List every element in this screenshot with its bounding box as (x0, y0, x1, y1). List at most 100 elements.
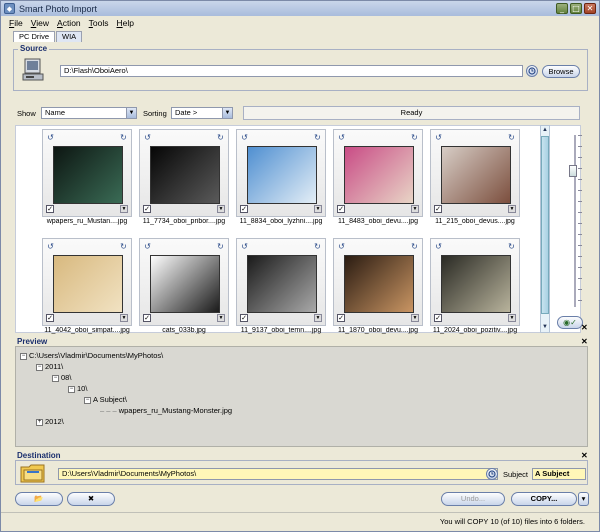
tree-node[interactable]: – – – wpapers_ru_Mustang-Monster.jpg (100, 406, 232, 415)
rotate-right-icon[interactable]: ↻ (216, 133, 225, 142)
expand-icon[interactable]: + (36, 418, 43, 426)
photo-checkbox[interactable]: ✓ (143, 314, 151, 322)
rotate-left-icon[interactable]: ↺ (434, 133, 443, 142)
scroll-down-icon[interactable]: ▼ (541, 323, 549, 332)
close-gallery-icon[interactable]: ✕ (581, 323, 588, 332)
rotate-right-icon[interactable]: ↻ (410, 242, 419, 251)
browse-button[interactable]: Browse (542, 65, 580, 78)
tree-node[interactable]: +2012\ (36, 417, 64, 426)
menu-tools[interactable]: Tools (89, 18, 109, 28)
minimize-button[interactable]: _ (556, 3, 568, 14)
zoom-knob[interactable] (569, 165, 577, 177)
photo-thumbnail[interactable]: ↺ ↻ ✓ ▼ 11_2024_oboi_pozitiv....jpg (430, 238, 520, 334)
photo-thumbnail[interactable]: ↺ ↻ ✓ ▼ 11_8483_oboi_devu....jpg (333, 129, 423, 225)
rotate-right-icon[interactable]: ↻ (119, 133, 128, 142)
thumbnail-frame[interactable]: ↺ ↻ ✓ ▼ (236, 238, 326, 326)
collapse-icon[interactable]: − (68, 385, 75, 393)
photo-checkbox[interactable]: ✓ (434, 205, 442, 213)
thumbnail-frame[interactable]: ↺ ↻ ✓ ▼ (139, 129, 229, 217)
tree-node[interactable]: −10\ (68, 384, 87, 393)
menu-action[interactable]: Action (57, 18, 81, 28)
tab-wia[interactable]: WIA (56, 31, 83, 42)
copy-options-button[interactable]: ▾ (578, 492, 589, 506)
chevron-down-icon[interactable]: ▼ (217, 205, 225, 213)
rotate-right-icon[interactable]: ↻ (410, 133, 419, 142)
rotate-left-icon[interactable]: ↺ (143, 133, 152, 142)
close-button[interactable]: ✕ (584, 3, 596, 14)
scroll-thumb[interactable] (541, 136, 549, 314)
thumbnail-frame[interactable]: ↺ ↻ ✓ ▼ (42, 238, 132, 326)
view-toggle-button[interactable]: ◉✓ (557, 316, 583, 329)
chevron-down-icon[interactable]: ▼ (314, 205, 322, 213)
photo-thumbnail[interactable]: ↺ ↻ ✓ ▼ cats_033b.jpg (139, 238, 229, 334)
thumbnail-frame[interactable]: ↺ ↻ ✓ ▼ (333, 129, 423, 217)
menu-help[interactable]: Help (117, 18, 134, 28)
open-folder-button[interactable]: 📂 (15, 492, 63, 506)
photo-checkbox[interactable]: ✓ (143, 205, 151, 213)
photo-checkbox[interactable]: ✓ (337, 314, 345, 322)
chevron-down-icon[interactable]: ▼ (411, 314, 419, 322)
chevron-down-icon[interactable]: ▼ (217, 314, 225, 322)
menu-view[interactable]: View (31, 18, 49, 28)
chevron-down-icon[interactable]: ▼ (508, 314, 516, 322)
rotate-right-icon[interactable]: ↻ (119, 242, 128, 251)
close-preview-icon[interactable]: ✕ (581, 337, 588, 346)
tools-button[interactable]: ✖ (67, 492, 115, 506)
zoom-slider[interactable] (568, 135, 582, 307)
rotate-left-icon[interactable]: ↺ (46, 133, 55, 142)
thumbnail-frame[interactable]: ↺ ↻ ✓ ▼ (139, 238, 229, 326)
rotate-right-icon[interactable]: ↻ (216, 242, 225, 251)
rotate-left-icon[interactable]: ↺ (337, 133, 346, 142)
rotate-right-icon[interactable]: ↻ (313, 133, 322, 142)
scroll-up-icon[interactable]: ▲ (541, 126, 549, 135)
collapse-icon[interactable]: − (84, 396, 91, 404)
thumbnail-frame[interactable]: ↺ ↻ ✓ ▼ (430, 129, 520, 217)
destination-history-button[interactable] (486, 468, 498, 480)
gallery-scrollbar[interactable]: ▲ ▼ (540, 125, 550, 333)
photo-thumbnail[interactable]: ↺ ↻ ✓ ▼ 11_4042_oboi_simpat....jpg (42, 238, 132, 334)
close-destination-icon[interactable]: ✕ (581, 451, 588, 460)
rotate-left-icon[interactable]: ↺ (240, 242, 249, 251)
collapse-icon[interactable]: − (20, 352, 27, 360)
thumbnail-frame[interactable]: ↺ ↻ ✓ ▼ (42, 129, 132, 217)
photo-thumbnail[interactable]: ↺ ↻ ✓ ▼ 11_1870_oboi_devu....jpg (333, 238, 423, 334)
menu-file[interactable]: File (9, 18, 23, 28)
collapse-icon[interactable]: − (52, 374, 59, 382)
copy-button[interactable]: COPY... (511, 492, 577, 506)
undo-button[interactable]: Undo... (441, 492, 505, 506)
photo-checkbox[interactable]: ✓ (46, 205, 54, 213)
chevron-down-icon[interactable]: ▼ (411, 205, 419, 213)
rotate-right-icon[interactable]: ↻ (313, 242, 322, 251)
photo-thumbnail[interactable]: ↺ ↻ ✓ ▼ 11_7734_oboi_pribor....jpg (139, 129, 229, 225)
photo-checkbox[interactable]: ✓ (46, 314, 54, 322)
destination-path-field[interactable]: D:\Users\Vladmir\Documents\MyPhotos\ (58, 468, 498, 480)
source-history-button[interactable] (526, 65, 538, 77)
thumbnail-frame[interactable]: ↺ ↻ ✓ ▼ (333, 238, 423, 326)
tree-node[interactable]: − C:\Users\Vladmir\Documents\MyPhotos\ (20, 351, 163, 360)
photo-thumbnail[interactable]: ↺ ↻ ✓ ▼ 11_8834_oboi_lyzhni....jpg (236, 129, 326, 225)
photo-checkbox[interactable]: ✓ (240, 314, 248, 322)
rotate-left-icon[interactable]: ↺ (337, 242, 346, 251)
tree-node[interactable]: − A Subject\ (84, 395, 127, 404)
subject-field[interactable]: A Subject (532, 468, 586, 480)
tab-pc-drive[interactable]: PC Drive (13, 31, 56, 42)
rotate-left-icon[interactable]: ↺ (434, 242, 443, 251)
rotate-left-icon[interactable]: ↺ (240, 133, 249, 142)
tree-node[interactable]: −08\ (52, 373, 71, 382)
photo-checkbox[interactable]: ✓ (240, 205, 248, 213)
chevron-down-icon[interactable]: ▼ (120, 314, 128, 322)
rotate-left-icon[interactable]: ↺ (46, 242, 55, 251)
sorting-select[interactable]: Date > ▼ (171, 107, 233, 119)
collapse-icon[interactable]: − (36, 363, 43, 371)
tree-node[interactable]: −2011\ (36, 362, 63, 371)
thumbnail-frame[interactable]: ↺ ↻ ✓ ▼ (236, 129, 326, 217)
show-select[interactable]: Name ▼ (41, 107, 137, 119)
rotate-right-icon[interactable]: ↻ (507, 133, 516, 142)
rotate-left-icon[interactable]: ↺ (143, 242, 152, 251)
source-path-field[interactable]: D:\Flash\OboiAero\ (60, 65, 523, 77)
photo-thumbnail[interactable]: ↺ ↻ ✓ ▼ 11_215_oboi_devus....jpg (430, 129, 520, 225)
chevron-down-icon[interactable]: ▼ (314, 314, 322, 322)
chevron-down-icon[interactable]: ▼ (120, 205, 128, 213)
thumbnail-frame[interactable]: ↺ ↻ ✓ ▼ (430, 238, 520, 326)
photo-checkbox[interactable]: ✓ (337, 205, 345, 213)
